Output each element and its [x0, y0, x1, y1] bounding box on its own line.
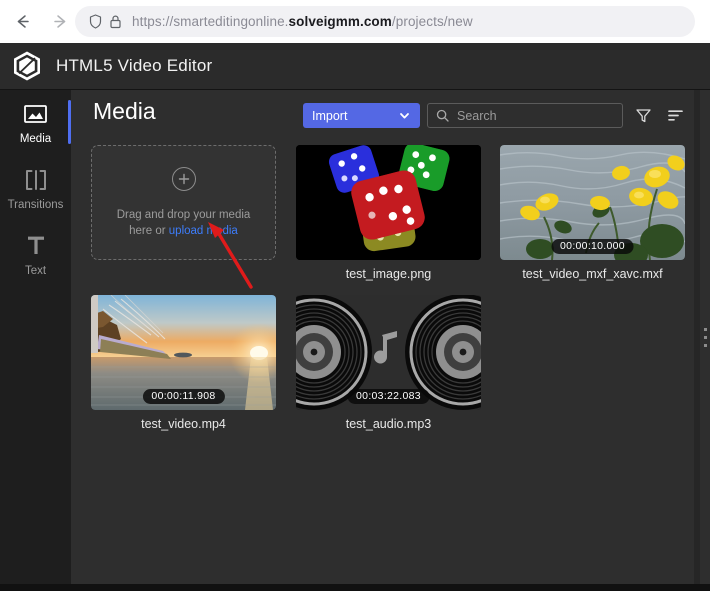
media-dropzone[interactable]: Drag and drop your media here or upload …	[91, 145, 276, 260]
media-item-test-video-mp4[interactable]: 00:00:11.908 test_video.mp4	[91, 295, 276, 431]
image-icon	[23, 101, 48, 127]
sidebar-item-label: Transitions	[7, 199, 64, 211]
duration-badge: 00:03:22.083	[347, 389, 430, 404]
dropzone-line1: Drag and drop your media	[116, 208, 251, 221]
duration-badge: 00:00:10.000	[551, 239, 634, 254]
dropzone-line2-prefix: here or	[129, 224, 169, 237]
dice-on-black-thumb	[296, 145, 481, 260]
plus-circle-icon	[171, 166, 196, 191]
media-thumbnail[interactable]: 00:00:10.000	[500, 145, 685, 260]
media-thumbnail[interactable]: 00:03:22.083	[296, 295, 481, 410]
media-item-name: test_video.mp4	[141, 417, 226, 431]
import-button[interactable]: Import	[303, 103, 420, 128]
sidebar-item-transitions[interactable]: Transitions	[0, 156, 71, 222]
import-button-label: Import	[312, 108, 348, 123]
url-path: /projects/new	[391, 14, 473, 29]
media-item-name: test_audio.mp3	[345, 417, 432, 431]
url-domain: solveigmm.com	[288, 14, 392, 29]
filter-funnel-icon	[635, 108, 651, 122]
search-input[interactable]	[457, 108, 614, 123]
solveigmm-hexagon-logo	[14, 51, 40, 81]
media-thumbnail[interactable]	[296, 145, 481, 260]
media-item-test-audio[interactable]: 00:03:22.083 test_audio.mp3	[296, 295, 481, 431]
address-bar[interactable]: https://smarteditingonline.solveigmm.com…	[75, 6, 695, 37]
arrow-right-icon	[53, 15, 65, 28]
url-prefix: https://smarteditingonline.	[132, 14, 289, 29]
app-header: HTML5 Video Editor	[0, 43, 710, 90]
media-item-name: test_video_mxf_xavc.mxf	[522, 267, 663, 281]
url-text: https://smarteditingonline.solveigmm.com…	[132, 14, 473, 29]
sidebar-item-media[interactable]: Media	[0, 90, 71, 156]
shield-icon[interactable]	[87, 13, 104, 30]
media-item-test-video-mxf[interactable]: 00:00:10.000 test_video_mxf_xavc.mxf	[500, 145, 685, 281]
duration-badge: 00:00:11.908	[142, 389, 225, 404]
dropzone-text: Drag and drop your media here or upload …	[104, 207, 264, 239]
search-icon	[436, 109, 449, 122]
sort-icon	[667, 109, 683, 121]
media-grid: Drag and drop your media here or upload …	[71, 140, 710, 584]
media-dropzone-card: Drag and drop your media here or upload …	[91, 145, 276, 260]
page-title: Media	[93, 98, 156, 124]
browser-toolbar: https://smarteditingonline.solveigmm.com…	[0, 0, 710, 43]
media-item-test-image[interactable]: test_image.png	[296, 145, 481, 281]
transition-icon	[23, 167, 49, 193]
sidebar: Media Transitions Text	[0, 90, 71, 584]
panel-resize-handle[interactable]	[700, 90, 710, 584]
chevron-down-icon	[400, 113, 409, 119]
sort-button[interactable]	[663, 103, 687, 127]
upload-media-link[interactable]: upload media	[169, 225, 238, 237]
arrow-left-icon	[17, 15, 29, 28]
app-title: HTML5 Video Editor	[56, 56, 213, 75]
drag-dots-icon	[703, 335, 707, 339]
search-box[interactable]	[427, 103, 623, 128]
sidebar-item-text[interactable]: Text	[0, 222, 71, 288]
media-panel: Media Import Search Drag and drop your m…	[71, 90, 710, 584]
text-icon	[24, 233, 48, 259]
bottom-strip	[0, 584, 710, 591]
filter-button[interactable]	[631, 103, 655, 127]
media-item-name: test_image.png	[345, 267, 432, 281]
sidebar-item-label: Text	[24, 265, 47, 277]
browser-forward-button[interactable]	[44, 6, 76, 38]
browser-back-button[interactable]	[6, 6, 38, 38]
drag-dots-icon	[703, 327, 707, 331]
media-toolbar: Media Import	[71, 90, 710, 140]
media-thumbnail[interactable]: 00:00:11.908	[91, 295, 276, 410]
lock-icon[interactable]	[107, 13, 124, 30]
drag-dots-icon	[703, 343, 707, 347]
sidebar-item-label: Media	[19, 133, 52, 145]
